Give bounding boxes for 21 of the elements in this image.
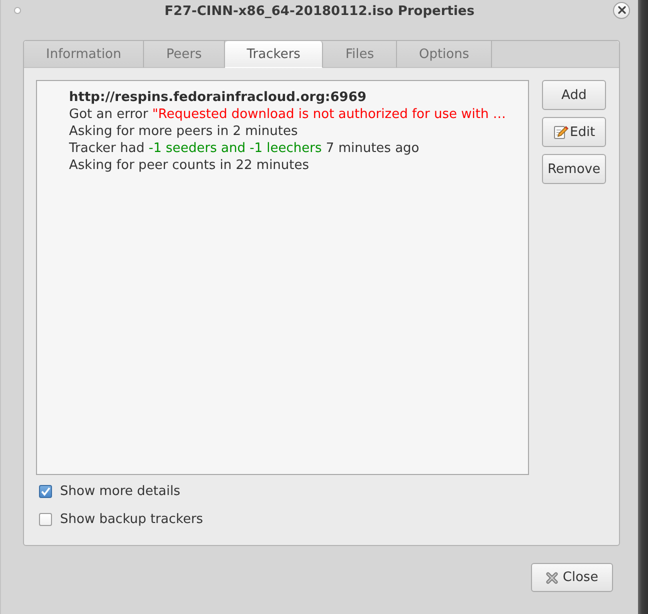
dot-icon — [14, 6, 21, 14]
tracker-list[interactable] — [36, 80, 529, 475]
checkbox-label[interactable]: Show more details — [60, 484, 180, 498]
window-close-button[interactable] — [613, 2, 630, 18]
tracker-url: http://respins.fedorainfracloud.org:6969 — [69, 89, 366, 106]
checkbox[interactable] — [39, 484, 52, 498]
tracker-status-line: Got an error "Requested download is not authorized for use with … — [69, 106, 506, 123]
tracker-button[interactable]: Edit — [542, 117, 606, 147]
close-icon — [618, 6, 626, 14]
note-pencil-icon — [552, 124, 569, 140]
checkbox-label[interactable]: Show backup trackers — [60, 512, 204, 526]
tab[interactable]: Trackers — [224, 41, 324, 68]
tracker-button[interactable]: Add — [542, 80, 606, 110]
tracker-status-line: Tracker had -1 seeders and -1 leechers 7 minutes ago — [69, 140, 420, 157]
checkbox[interactable] — [39, 512, 52, 526]
tracker-status-line: Asking for peer counts in 22 minutes — [69, 157, 310, 174]
window-title: F27-CINN-x86_64-20180112.iso Properties — [164, 4, 476, 18]
close-button[interactable]: Close — [531, 563, 613, 592]
tracker-button[interactable]: Remove — [542, 154, 606, 184]
tracker-status-line: Asking for more peers in 2 minutes — [69, 123, 298, 140]
close-icon — [546, 572, 558, 584]
